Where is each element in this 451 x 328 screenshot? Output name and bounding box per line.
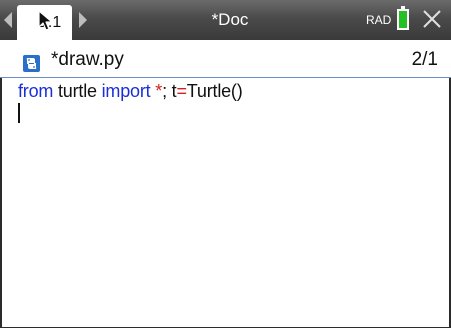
mouse-pointer-icon [38, 10, 53, 31]
code-editor[interactable] [2, 79, 449, 327]
close-icon[interactable] [422, 9, 442, 29]
python-file-icon [23, 55, 40, 72]
nav-left-icon[interactable] [4, 12, 12, 28]
module-name: turtle [53, 81, 102, 101]
document-title: *Doc [211, 10, 249, 29]
turtle-call: Turtle() [186, 81, 243, 101]
battery-icon [397, 6, 409, 30]
code-line-1[interactable]: from turtle import *; t=Turtle() [18, 80, 243, 102]
keyword-import: import [101, 81, 151, 101]
file-name: *draw.py [51, 49, 124, 70]
angle-mode-label: RAD [366, 13, 392, 27]
text-caret [18, 103, 20, 123]
keyword-from: from [18, 81, 54, 101]
nav-right-icon[interactable] [79, 12, 87, 28]
page-count: 2/1 [411, 49, 438, 70]
assign-operator: = [176, 81, 187, 101]
statement-separator: ; t [162, 81, 177, 101]
title-bar: 1.1 *Doc RAD [0, 0, 451, 40]
